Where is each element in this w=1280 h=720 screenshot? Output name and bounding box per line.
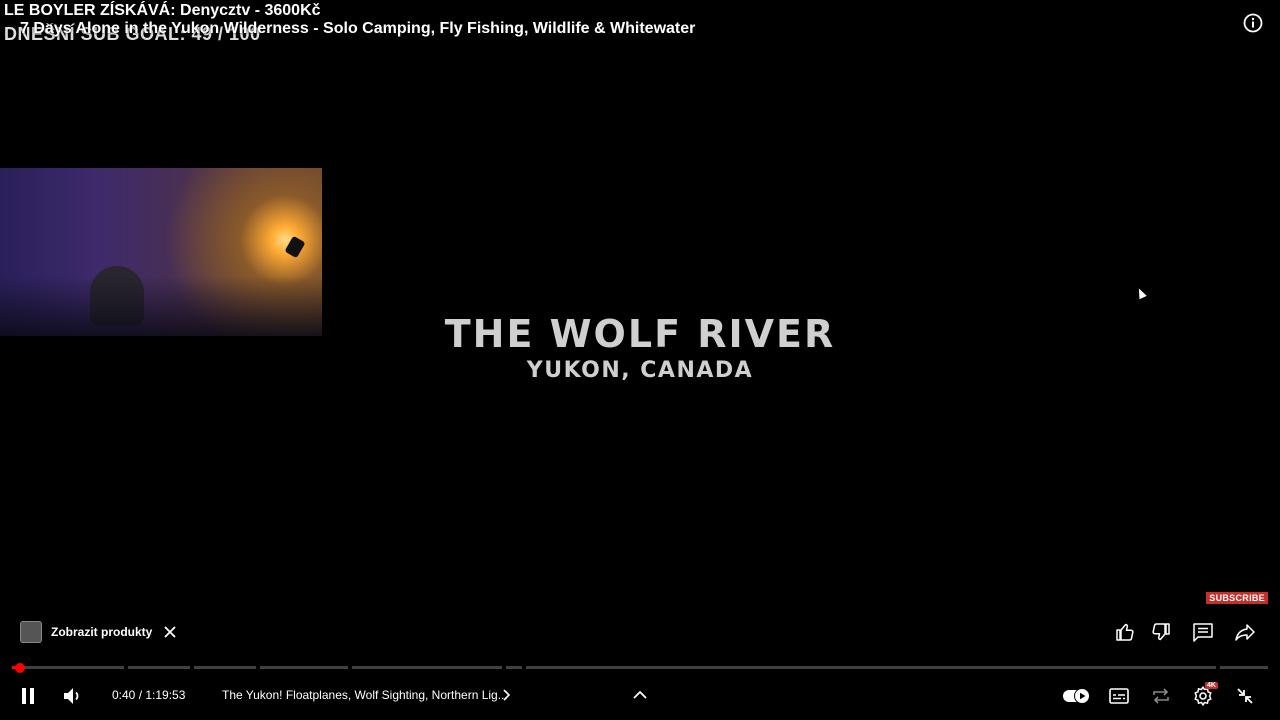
video-frame-subtitle: YUKON, CANADA <box>526 358 754 383</box>
autoplay-toggle[interactable] <box>1062 686 1092 711</box>
products-label: Zobrazit produkty <box>51 625 153 639</box>
lamp-shape <box>284 235 306 259</box>
repeat-icon <box>1153 688 1169 704</box>
pause-icon <box>22 688 34 704</box>
dislike-button[interactable] <box>1149 620 1173 644</box>
share-icon <box>1235 624 1255 641</box>
webcam-overlay <box>0 168 322 336</box>
close-icon[interactable] <box>162 624 178 640</box>
comments-button[interactable] <box>1191 620 1215 644</box>
video-title[interactable]: 7 Days Alone in the Yukon Wilderness - S… <box>20 20 695 38</box>
settings-button[interactable]: 4K <box>1191 682 1218 713</box>
exit-fullscreen-button[interactable] <box>1233 684 1257 713</box>
repeat-button[interactable] <box>1149 684 1173 713</box>
chevron-up-icon[interactable] <box>630 686 650 704</box>
autoplay-toggle-icon <box>1063 688 1090 704</box>
quality-badge: 4K <box>1205 682 1218 689</box>
share-button[interactable] <box>1233 620 1257 644</box>
volume-button[interactable] <box>60 684 84 713</box>
chevron-right-icon[interactable] <box>500 688 512 702</box>
info-icon <box>1243 13 1263 33</box>
chapter-title[interactable]: The Yukon! Floatplanes, Wolf Sighting, N… <box>222 688 508 702</box>
dislike-icon <box>1152 623 1170 641</box>
subtitles-icon <box>1109 688 1129 704</box>
products-chip[interactable]: Zobrazit produkty <box>20 620 178 644</box>
scrubber-handle[interactable] <box>15 663 25 673</box>
stream-overlay-donation: LE BOYLER ZÍSKÁVÁ: Denycztv - 3600Kč <box>4 2 321 19</box>
comments-icon <box>1193 623 1213 642</box>
like-button[interactable] <box>1113 620 1137 644</box>
info-button[interactable] <box>1242 12 1264 34</box>
subtitles-button[interactable] <box>1107 684 1131 713</box>
product-thumbnail <box>20 621 42 643</box>
pause-button[interactable] <box>16 684 40 713</box>
subscribe-watermark[interactable]: SUBSCRIBE <box>1206 592 1268 604</box>
like-icon <box>1116 623 1134 641</box>
video-frame-title: THE WOLF RIVER <box>444 312 836 356</box>
volume-icon <box>64 688 79 704</box>
time-display: 0:40 / 1:19:53 <box>112 688 186 702</box>
exit-fullscreen-icon <box>1237 688 1253 704</box>
mouse-cursor <box>1135 286 1147 300</box>
progress-bar[interactable] <box>12 666 1268 669</box>
